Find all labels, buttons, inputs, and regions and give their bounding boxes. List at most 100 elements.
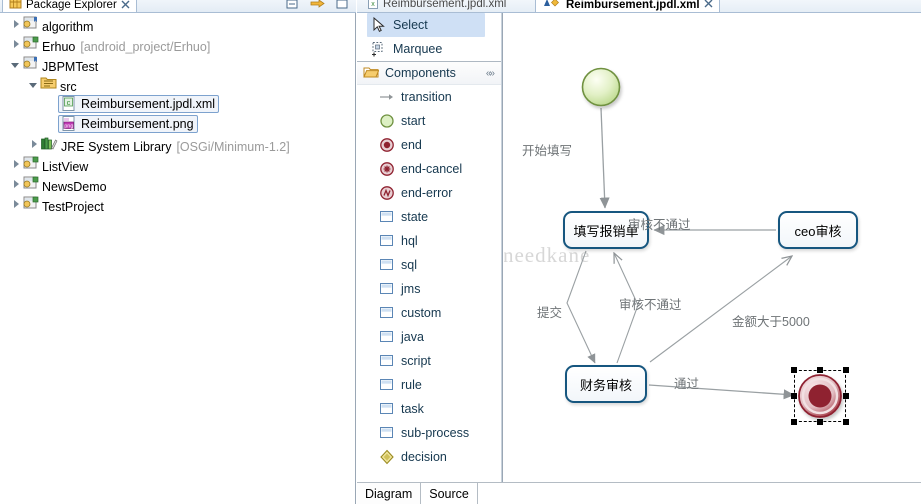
eclipse-jbpm-designer-window: Package Explorer algorithm Erhuo [androi… — [0, 0, 921, 504]
java-project-icon — [22, 16, 39, 34]
collapse-all-icon[interactable] — [285, 0, 300, 11]
sql-node-icon — [379, 257, 395, 273]
tree-twisty-none — [44, 114, 58, 134]
palette-component-rule[interactable]: rule — [357, 373, 501, 397]
palette-component-java[interactable]: java — [357, 325, 501, 349]
tree-twisty-collapsed[interactable] — [8, 34, 22, 54]
palette-component-label: sub-process — [401, 426, 470, 440]
tree-twisty-expanded[interactable] — [26, 74, 40, 94]
tab-label: Package Explorer — [26, 0, 117, 11]
tree-twisty-collapsed[interactable] — [8, 154, 22, 174]
tree-twisty-expanded[interactable] — [8, 54, 22, 74]
explorer-toolbar — [285, 0, 356, 12]
editor-bottom-tabs: Diagram Source — [357, 482, 921, 504]
palette-tool-select[interactable]: Select — [367, 13, 485, 37]
palette-component-label: custom — [401, 306, 442, 320]
palette-component-task[interactable]: task — [357, 397, 501, 421]
palette-component-label: rule — [401, 378, 422, 392]
bottom-tab-diagram[interactable]: Diagram — [357, 483, 422, 504]
tree-item-reimbursement-png[interactable]: png Reimbursement.png — [0, 114, 355, 134]
resize-handle-6[interactable] — [817, 419, 823, 425]
xml-file-icon: x — [367, 0, 379, 12]
jpdl-editor-icon — [542, 0, 562, 12]
tree-item-label: ListView — [42, 160, 89, 174]
transition-arrow-icon — [379, 89, 395, 105]
tree-item-jbpmtest[interactable]: JBPMTest — [0, 54, 355, 74]
palette-component-custom[interactable]: custom — [357, 301, 501, 325]
end-cancel-node-icon — [379, 161, 395, 177]
tab-package-explorer[interactable]: Package Explorer — [2, 0, 137, 12]
palette-component-label: state — [401, 210, 429, 224]
tree-item-label: JRE System Library — [61, 140, 172, 154]
resize-handle-3[interactable] — [791, 393, 797, 399]
palette-component-sub-process[interactable]: sub-process — [357, 421, 501, 445]
palette-component-state[interactable]: state — [357, 205, 501, 229]
tree-item-src[interactable]: src — [0, 74, 355, 94]
png-file-icon: png — [60, 115, 78, 133]
palette-component-end[interactable]: end — [357, 133, 501, 157]
palette-component-label: transition — [401, 90, 452, 104]
jms-node-icon — [379, 281, 395, 297]
palette-component-end-error[interactable]: end-error — [357, 181, 501, 205]
palette-tool-marquee[interactable]: Marquee — [357, 37, 501, 61]
tree-item-wrapper: JBPMTest — [22, 54, 98, 74]
palette-tool-label: Marquee — [393, 42, 443, 56]
svg-text:png: png — [64, 124, 73, 130]
diagram-node-ceo[interactable]: ceo审核 — [778, 211, 858, 249]
tree-item-algorithm[interactable]: algorithm — [0, 14, 355, 34]
edge-label-finance-to-fill: 审核不通过 — [619, 298, 682, 312]
palette-component-jms[interactable]: jms — [357, 277, 501, 301]
resize-handle-5[interactable] — [791, 419, 797, 425]
palette-component-label: sql — [401, 258, 417, 272]
tree-item-selected-wrapper: png Reimbursement.png — [58, 115, 198, 133]
tree-twisty-collapsed[interactable] — [8, 14, 22, 34]
palette-component-label: start — [401, 114, 426, 128]
link-with-editor-icon[interactable] — [310, 0, 325, 11]
edge-label-finance-to-ceo: 金额大于5000 — [732, 315, 810, 329]
tree-item-label: NewsDemo — [42, 180, 107, 194]
palette-group-components[interactable]: Components «» — [357, 61, 501, 85]
tree-item-testproject[interactable]: TestProject — [0, 194, 355, 214]
palette-component-decision[interactable]: decision — [357, 445, 501, 469]
project-tree[interactable]: algorithm Erhuo [android_project/Erhuo] JBP… — [0, 14, 355, 504]
resize-handle-2[interactable] — [843, 367, 849, 373]
palette-component-label: jms — [401, 282, 421, 296]
double-chevron-icon[interactable]: «» — [486, 68, 495, 79]
explorer-tab-bar: Package Explorer — [0, 0, 356, 13]
palette-component-sql[interactable]: sql — [357, 253, 501, 277]
diagram-node-finance[interactable]: 财务审核 — [565, 365, 647, 403]
tree-twisty-collapsed[interactable] — [8, 194, 22, 214]
close-icon[interactable] — [121, 0, 130, 12]
palette-component-end-cancel[interactable]: end-cancel — [357, 157, 501, 181]
tree-twisty-collapsed[interactable] — [26, 134, 40, 154]
palette-component-label: task — [401, 402, 424, 416]
tree-twisty-collapsed[interactable] — [8, 174, 22, 194]
resize-handle-7[interactable] — [843, 419, 849, 425]
task-node-icon — [379, 401, 395, 417]
palette-component-hql[interactable]: hql — [357, 229, 501, 253]
android-project-icon — [22, 36, 39, 54]
tree-item-jre-system-library[interactable]: JRE System Library [OSGi/Minimum-1.2] — [0, 134, 355, 154]
palette-component-start[interactable]: start — [357, 109, 501, 133]
close-icon[interactable] — [704, 0, 713, 11]
editor-tab-inactive[interactable]: x Reimbursement.jpdl.xml — [361, 0, 512, 12]
tree-item-reimbursement-jpdl-xml[interactable]: c Reimbursement.jpdl.xml — [0, 94, 355, 114]
tree-item-newsdemo[interactable]: NewsDemo — [0, 174, 355, 194]
resize-handle-4[interactable] — [843, 393, 849, 399]
script-node-icon — [379, 353, 395, 369]
diagram-canvas[interactable]: http://blog.csdn.net/needkane — [504, 13, 921, 482]
resize-handle-0[interactable] — [791, 367, 797, 373]
tree-item-label: Reimbursement.png — [81, 117, 194, 131]
tree-item-selected-wrapper: c Reimbursement.jpdl.xml — [58, 95, 220, 113]
bottom-tab-source[interactable]: Source — [421, 483, 478, 504]
tree-item-listview[interactable]: ListView — [0, 154, 355, 174]
palette-component-transition[interactable]: transition — [357, 85, 501, 109]
view-menu-icon[interactable] — [335, 0, 350, 11]
resize-handle-1[interactable] — [817, 367, 823, 373]
tree-item-erhuo[interactable]: Erhuo [android_project/Erhuo] — [0, 34, 355, 54]
source-folder-icon — [40, 77, 57, 94]
palette-tool-label: Select — [393, 18, 428, 32]
custom-node-icon — [379, 305, 395, 321]
editor-tab-active[interactable]: Reimbursement.jpdl.xml — [535, 0, 720, 12]
palette-component-script[interactable]: script — [357, 349, 501, 373]
